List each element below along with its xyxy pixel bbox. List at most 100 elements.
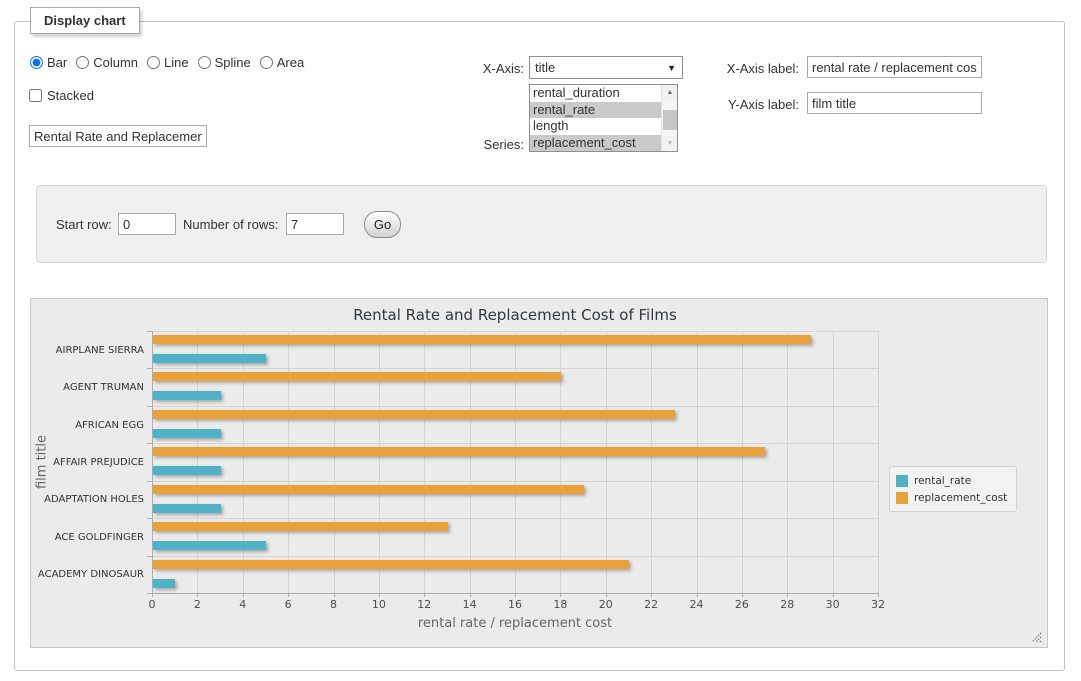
radio-label-area: Area [277, 55, 304, 70]
plot-area: 02468101214161820222426283032AIRPLANE SI… [152, 331, 878, 593]
x-axis-tick [878, 593, 879, 597]
radio-option-column[interactable]: Column [76, 55, 138, 70]
gridline-vertical [288, 331, 289, 593]
y-axis-tick [147, 556, 152, 557]
gridline-vertical [787, 331, 788, 593]
bar-replacement_cost [153, 447, 765, 456]
x-axis-tick [197, 593, 198, 597]
number-of-rows-label: Number of rows: [183, 217, 278, 232]
category-label: AFFAIR PREJUDICE [22, 457, 144, 468]
gridline-vertical [243, 331, 244, 593]
chart-legend: rental_ratereplacement_cost [889, 466, 1017, 512]
scroll-thumb[interactable] [663, 110, 677, 130]
radio-option-area[interactable]: Area [260, 55, 304, 70]
start-row-label: Start row: [56, 217, 112, 232]
x-tick-label: 2 [179, 598, 215, 611]
radio-label-column: Column [93, 55, 138, 70]
gridline-vertical [697, 331, 698, 593]
x-tick-label: 12 [406, 598, 442, 611]
x-tick-label: 18 [542, 598, 578, 611]
x-axis-title: rental rate / replacement cost [152, 616, 878, 631]
radio-spline[interactable] [198, 56, 211, 69]
stacked-checkbox-input[interactable] [29, 89, 42, 102]
x-axis-label-text: X-Axis label: [700, 61, 799, 76]
gridline-vertical [833, 331, 834, 593]
bar-rental_rate [153, 504, 221, 513]
chart-title-input[interactable] [29, 125, 207, 147]
series-scrollbar[interactable]: ▲ ▼ [661, 85, 677, 151]
chevron-down-icon: ▼ [667, 63, 676, 73]
gridline-horizontal [152, 556, 878, 557]
x-axis-tick [787, 593, 788, 597]
scroll-up-icon[interactable]: ▲ [662, 85, 678, 100]
bar-rental_rate [153, 579, 175, 588]
number-of-rows-input[interactable] [286, 213, 344, 235]
legend-item-replacement_cost[interactable]: replacement_cost [896, 489, 1007, 506]
series-option-replacement_cost[interactable]: replacement_cost [530, 135, 661, 152]
y-axis-tick [147, 331, 152, 332]
go-button[interactable]: Go [364, 211, 401, 238]
series-option-length[interactable]: length [530, 118, 661, 135]
category-label: ACADEMY DINOSAUR [22, 569, 144, 580]
gridline-horizontal [152, 443, 878, 444]
bar-rental_rate [153, 354, 266, 363]
x-tick-label: 22 [633, 598, 669, 611]
chart-panel: Rental Rate and Replacement Cost of Film… [30, 298, 1048, 648]
x-tick-label: 16 [497, 598, 533, 611]
gridline-vertical [742, 331, 743, 593]
gridline-vertical [197, 331, 198, 593]
bar-rental_rate [153, 466, 221, 475]
bar-rental_rate [153, 391, 221, 400]
radio-bar[interactable] [30, 56, 43, 69]
radio-area[interactable] [260, 56, 273, 69]
gridline-vertical [651, 331, 652, 593]
x-axis-tick [424, 593, 425, 597]
gridline-horizontal [152, 368, 878, 369]
x-axis-tick [379, 593, 380, 597]
radio-label-bar: Bar [47, 55, 67, 70]
stacked-option[interactable]: Stacked [29, 88, 94, 103]
series-options: rental_durationrental_ratelengthreplacem… [530, 85, 661, 151]
x-axis-tick [606, 593, 607, 597]
x-tick-label: 28 [769, 598, 805, 611]
bar-replacement_cost [153, 335, 811, 344]
radio-option-bar[interactable]: Bar [30, 55, 67, 70]
x-axis-tick [470, 593, 471, 597]
resize-grip-icon[interactable] [1031, 632, 1042, 643]
x-tick-label: 6 [270, 598, 306, 611]
start-row-input[interactable] [118, 213, 176, 235]
radio-column[interactable] [76, 56, 89, 69]
legend-item-rental_rate[interactable]: rental_rate [896, 472, 1007, 489]
x-axis-tick [560, 593, 561, 597]
x-axis-select[interactable]: title ▼ [529, 56, 683, 79]
scroll-down-icon[interactable]: ▼ [662, 136, 678, 151]
gridline-vertical [470, 331, 471, 593]
bar-rental_rate [153, 541, 266, 550]
category-label: AIRPLANE SIERRA [22, 345, 144, 356]
bar-replacement_cost [153, 485, 584, 494]
radio-line[interactable] [147, 56, 160, 69]
gridline-horizontal [152, 518, 878, 519]
y-axis-label-field[interactable] [807, 92, 982, 114]
x-tick-label: 24 [679, 598, 715, 611]
gridline-vertical [515, 331, 516, 593]
page: { "panel": { "legend": "Display chart" }… [0, 0, 1081, 681]
x-tick-label: 32 [860, 598, 896, 611]
series-listbox[interactable]: rental_durationrental_ratelengthreplacem… [529, 84, 678, 152]
x-axis-tick [288, 593, 289, 597]
series-option-rental_rate[interactable]: rental_rate [530, 102, 661, 119]
row-controls-panel: Start row: Number of rows: Go [36, 185, 1047, 263]
radio-option-line[interactable]: Line [147, 55, 189, 70]
x-tick-label: 10 [361, 598, 397, 611]
series-option-rental_duration[interactable]: rental_duration [530, 85, 661, 102]
legend-swatch-rental_rate [896, 475, 908, 487]
x-axis-tick [243, 593, 244, 597]
gridline-vertical [878, 331, 879, 593]
category-label: AFRICAN EGG [22, 420, 144, 431]
display-chart-legend: Display chart [30, 7, 140, 34]
x-axis-label-field[interactable] [807, 56, 982, 78]
radio-option-spline[interactable]: Spline [198, 55, 251, 70]
gridline-horizontal [152, 331, 878, 332]
bar-replacement_cost [153, 372, 561, 381]
x-axis-tick [697, 593, 698, 597]
